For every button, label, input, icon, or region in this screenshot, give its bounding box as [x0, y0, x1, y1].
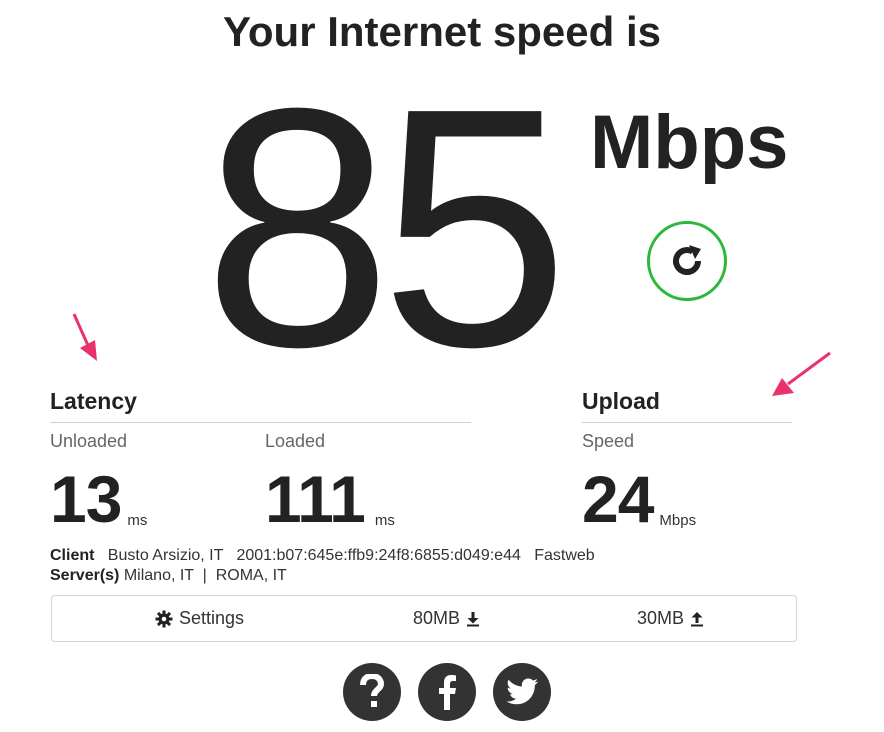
download-size-button[interactable]: 80MB — [413, 596, 480, 641]
annotation-arrow-right-icon — [772, 351, 831, 396]
client-ip: 2001:b07:645e:ffb9:24f8:6855:d049:e44 — [236, 547, 521, 564]
download-size-label: 80MB — [413, 608, 461, 628]
unloaded-unit: ms — [127, 512, 148, 529]
refresh-icon — [673, 245, 701, 275]
facebook-button[interactable] — [418, 663, 476, 721]
client-location: Busto Arsizio, IT — [107, 547, 224, 564]
unloaded-metric: 13 ms — [50, 466, 147, 532]
upload-unit: Mbps — [659, 512, 697, 529]
client-label: Client — [50, 547, 95, 564]
upload-value: 24 — [582, 462, 654, 536]
latency-title: Latency — [50, 388, 137, 414]
upload-size-button[interactable]: 30MB — [637, 596, 704, 641]
annotation-arrow-left-icon — [72, 313, 97, 361]
refresh-button[interactable] — [647, 221, 727, 301]
server-list: Milano, IT | ROMA, IT — [123, 567, 287, 584]
help-icon — [360, 674, 385, 707]
settings-label: Settings — [179, 608, 245, 628]
speed-units: Mbps — [590, 100, 789, 185]
server-label: Server(s) — [50, 567, 120, 584]
settings-bar: Settings 80MB 30MB — [51, 595, 797, 642]
twitter-icon — [506, 678, 538, 705]
upload-metric: 24 Mbps — [582, 466, 696, 532]
speed-value: 85 — [203, 38, 569, 418]
upload-size-label: 30MB — [637, 608, 685, 628]
upload-title: Upload — [582, 388, 660, 414]
gear-icon — [155, 610, 173, 627]
download-icon — [467, 611, 480, 626]
upload-speed-label: Speed — [582, 431, 635, 451]
latency-divider — [50, 422, 471, 423]
server-info: Server(s) Milano, IT | ROMA, IT — [50, 566, 287, 586]
client-info: Client Busto Arsizio, IT 2001:b07:645e:f… — [50, 546, 595, 566]
unloaded-value: 13 — [50, 462, 122, 536]
help-button[interactable] — [343, 663, 401, 721]
facebook-icon — [439, 675, 456, 710]
upload-divider — [582, 422, 792, 423]
unloaded-label: Unloaded — [50, 431, 128, 451]
loaded-metric: 111 ms — [265, 466, 395, 532]
loaded-label: Loaded — [265, 431, 326, 451]
twitter-button[interactable] — [493, 663, 551, 721]
loaded-unit: ms — [374, 512, 395, 529]
loaded-value: 111 — [265, 462, 366, 536]
upload-icon — [691, 611, 704, 626]
settings-button[interactable]: Settings — [155, 596, 244, 641]
client-isp: Fastweb — [534, 547, 595, 564]
